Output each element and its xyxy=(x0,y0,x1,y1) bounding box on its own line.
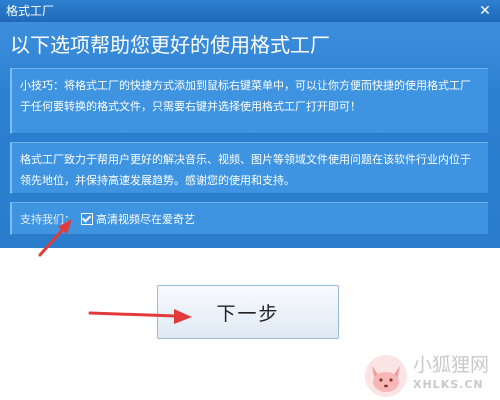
description-box: 格式工厂致力于帮用户更好的解决音乐、视频、图片等领域文件使用问题在该软件行业内位… xyxy=(10,142,488,194)
support-label: 支持我们： xyxy=(20,213,75,226)
next-button[interactable]: 下一步 xyxy=(157,285,339,339)
page-heading: 以下选项帮助您更好的使用格式工厂 xyxy=(10,33,330,57)
iqiyi-option-label[interactable]: 高清视频尽在爱奇艺 xyxy=(96,211,195,227)
options-panel: 以下选项帮助您更好的使用格式工厂 小技巧：将格式工厂的快捷方式添加到鼠标右键菜单… xyxy=(0,22,500,248)
title-bar: 格式工厂 ✕ xyxy=(0,0,500,22)
iqiyi-checkbox[interactable] xyxy=(81,213,93,225)
close-icon[interactable]: ✕ xyxy=(476,2,494,20)
window-title: 格式工厂 xyxy=(6,4,55,18)
watermark-cn-text: 小狐狸网 xyxy=(413,354,490,376)
tip-box: 小技巧：将格式工厂的快捷方式添加到鼠标右键菜单中，可以让你方便而快捷的使用格式工… xyxy=(10,68,488,134)
description-text: 格式工厂致力于帮用户更好的解决音乐、视频、图片等领域文件使用问题在该软件行业内位… xyxy=(20,153,471,187)
fox-logo-icon xyxy=(365,355,407,397)
support-row: 支持我们： 高清视频尽在爱奇艺 xyxy=(20,211,195,227)
tip-text: 小技巧：将格式工厂的快捷方式添加到鼠标右键菜单中，可以让你方便而快捷的使用格式工… xyxy=(20,79,471,113)
watermark-en-text: XHLKS.CN xyxy=(413,378,484,391)
support-box: 支持我们： 高清视频尽在爱奇艺 xyxy=(10,202,488,235)
watermark: 小狐狸网 XHLKS.CN xyxy=(363,352,493,398)
